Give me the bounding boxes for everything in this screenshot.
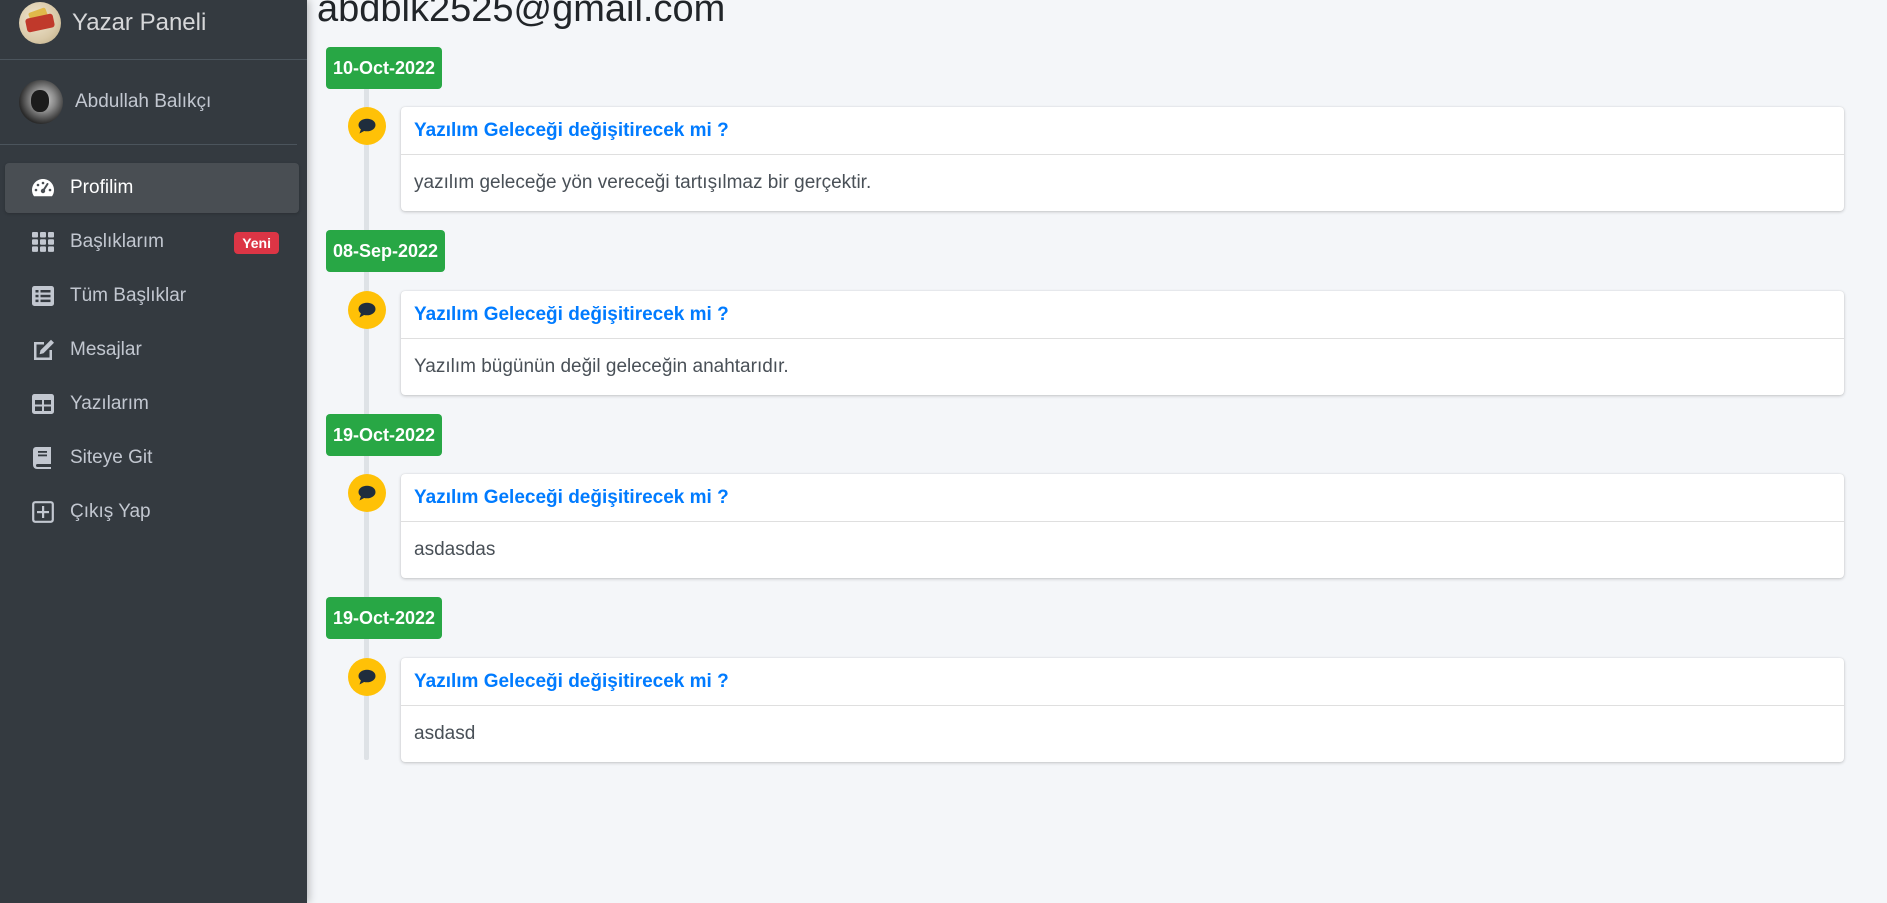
timeline-date-label: 19-Oct-2022 <box>326 597 443 639</box>
timeline-item: Yazılım Geleceği değişitirecek mi ? Yazı… <box>401 291 1844 395</box>
tachometer-icon <box>30 176 56 200</box>
sidebar-item-label: Yazılarım <box>70 393 149 414</box>
sidebar-item-label: Çıkış Yap <box>70 501 151 522</box>
sidebar-item-label: Başlıklarım <box>70 231 164 252</box>
edit-icon <box>30 338 56 362</box>
list-icon <box>30 284 56 308</box>
sidebar-item-label: Mesajlar <box>70 339 142 360</box>
timeline-item-title-link[interactable]: Yazılım Geleceği değişitirecek mi ? <box>414 304 729 326</box>
timeline-date-label: 19-Oct-2022 <box>326 414 443 456</box>
timeline-item: Yazılım Geleceği değişitirecek mi ? yazı… <box>401 107 1844 211</box>
avatar[interactable] <box>19 80 63 124</box>
sidebar-item-basliklarim[interactable]: Başlıklarım Yeni <box>5 217 299 267</box>
sidebar-item-cikis-yap[interactable]: Çıkış Yap <box>5 487 299 537</box>
sidebar-item-label: Profilim <box>70 177 134 198</box>
timeline-item-header: Yazılım Geleceği değişitirecek mi ? <box>401 291 1844 339</box>
page-title: abdblk2525@gmail.com <box>317 0 726 30</box>
main-content: abdblk2525@gmail.com 10-Oct-2022 Yazılım… <box>307 0 1887 903</box>
comment-icon <box>348 474 386 512</box>
sidebar-item-siteye-git[interactable]: Siteye Git <box>5 433 299 483</box>
timeline-item-title-link[interactable]: Yazılım Geleceği değişitirecek mi ? <box>414 671 729 693</box>
timeline-item-header: Yazılım Geleceği değişitirecek mi ? <box>401 474 1844 522</box>
comment-icon <box>348 658 386 696</box>
sidebar-item-label: Siteye Git <box>70 447 153 468</box>
sidebar: Yazar Paneli Abdullah Balıkçı Profilim B… <box>0 0 307 903</box>
timeline-item-body: Yazılım bügünün değil geleceğin anahtarı… <box>414 356 789 377</box>
timeline-item-title-link[interactable]: Yazılım Geleceği değişitirecek mi ? <box>414 120 729 142</box>
timeline-item-header: Yazılım Geleceği değişitirecek mi ? <box>401 107 1844 155</box>
new-badge: Yeni <box>234 232 279 254</box>
user-name[interactable]: Abdullah Balıkçı <box>75 91 211 113</box>
grid-icon <box>30 230 56 254</box>
sidebar-item-profilim[interactable]: Profilim <box>5 163 299 213</box>
brand-logo <box>19 1 61 44</box>
brand-link[interactable]: Yazar Paneli <box>0 0 307 60</box>
sidebar-item-mesajlar[interactable]: Mesajlar <box>5 325 299 375</box>
timeline-item-body: asdasd <box>414 723 476 744</box>
sidebar-nav: Profilim Başlıklarım Yeni Tüm Başlıklar … <box>0 145 307 537</box>
comment-icon <box>348 107 386 145</box>
comment-icon <box>348 291 386 329</box>
sidebar-item-yazilarim[interactable]: Yazılarım <box>5 379 299 429</box>
timeline-date-label: 10-Oct-2022 <box>326 47 443 89</box>
timeline-date-label: 08-Sep-2022 <box>326 230 446 272</box>
table-icon <box>30 392 56 416</box>
timeline-item-body: asdasdas <box>414 539 496 560</box>
timeline-item: Yazılım Geleceği değişitirecek mi ? asda… <box>401 474 1844 578</box>
timeline-item: Yazılım Geleceği değişitirecek mi ? asda… <box>401 658 1844 762</box>
timeline-item-body: yazılım geleceğe yön vereceği tartışılma… <box>414 172 872 193</box>
brand-title: Yazar Paneli <box>72 8 207 36</box>
timeline-item-header: Yazılım Geleceği değişitirecek mi ? <box>401 658 1844 706</box>
sidebar-item-label: Tüm Başlıklar <box>70 285 187 306</box>
book-icon <box>30 446 56 470</box>
user-panel: Abdullah Balıkçı <box>0 60 297 145</box>
timeline-item-title-link[interactable]: Yazılım Geleceği değişitirecek mi ? <box>414 487 729 509</box>
timeline-line <box>364 60 369 760</box>
plus-square-icon <box>30 500 56 524</box>
sidebar-item-tum-basliklar[interactable]: Tüm Başlıklar <box>5 271 299 321</box>
